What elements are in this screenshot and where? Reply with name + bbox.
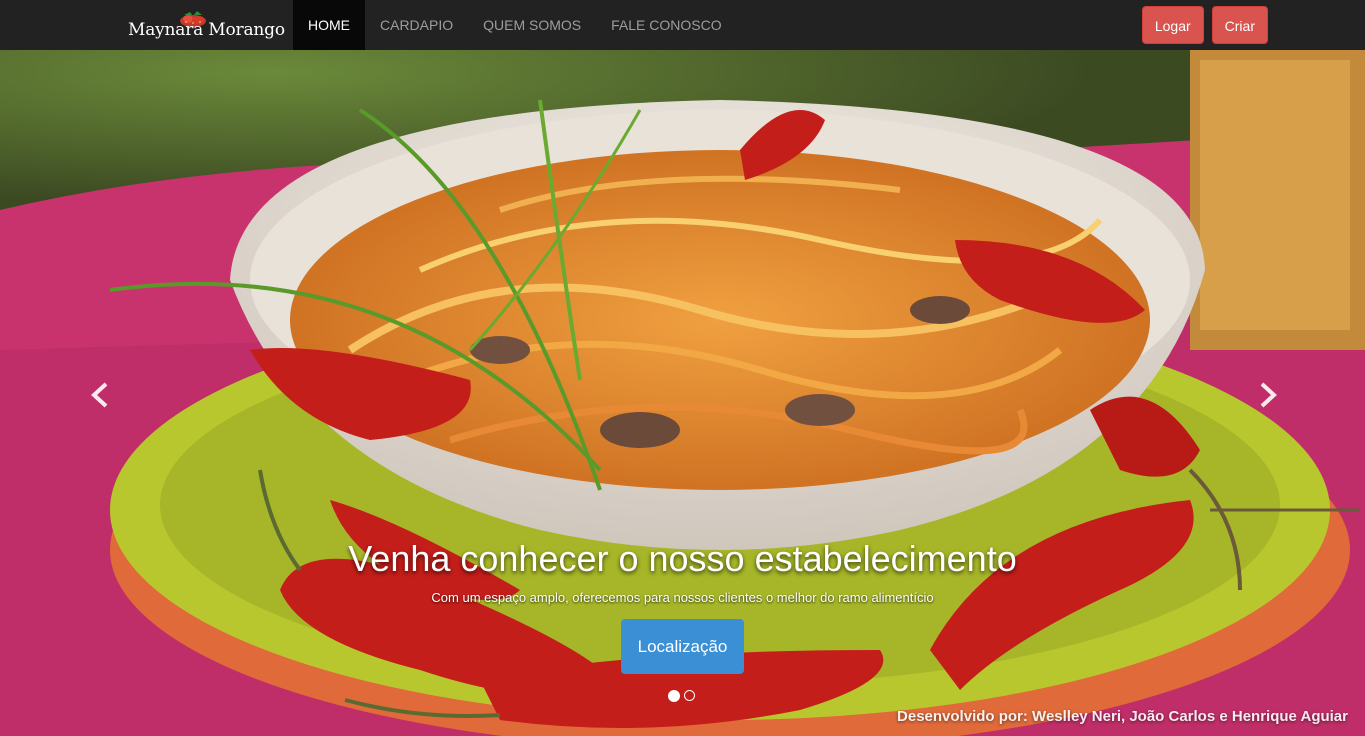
nav-item-cardapio[interactable]: CARDAPIO — [365, 0, 468, 50]
caption-subtitle: Com um espaço amplo, oferecemos para nos… — [431, 590, 934, 605]
login-button[interactable]: Logar — [1141, 6, 1204, 44]
auth-buttons: Logar Criar — [1141, 6, 1268, 44]
chevron-right-icon[interactable] — [1252, 380, 1282, 410]
developer-credit: Desenvolvido por: Weslley Neri, João Car… — [897, 708, 1348, 725]
brand[interactable]: Maynara Morango — [128, 10, 285, 40]
carousel-caption: Venha conhecer o nosso estabelecimento C… — [0, 538, 1365, 674]
chevron-left-icon[interactable] — [86, 380, 116, 410]
main-nav: HOME CARDAPIO QUEM SOMOS FALE CONOSCO — [293, 0, 737, 50]
nav-item-home[interactable]: HOME — [293, 0, 365, 50]
brand-name: Maynara Morango — [128, 20, 285, 40]
caption-title: Venha conhecer o nosso estabelecimento — [348, 538, 1017, 579]
nav-item-quem-somos[interactable]: QUEM SOMOS — [468, 0, 596, 50]
navbar: Maynara Morango HOME CARDAPIO QUEM SOMOS… — [0, 0, 1365, 50]
carousel-indicators — [668, 690, 695, 702]
signup-button[interactable]: Criar — [1211, 6, 1268, 44]
carousel-indicator-2[interactable] — [684, 690, 695, 701]
location-button[interactable]: Localização — [620, 619, 745, 674]
carousel-indicator-1[interactable] — [668, 690, 680, 702]
nav-item-fale-conosco[interactable]: FALE CONOSCO — [596, 0, 736, 50]
hero-carousel: Venha conhecer o nosso estabelecimento C… — [0, 50, 1365, 736]
